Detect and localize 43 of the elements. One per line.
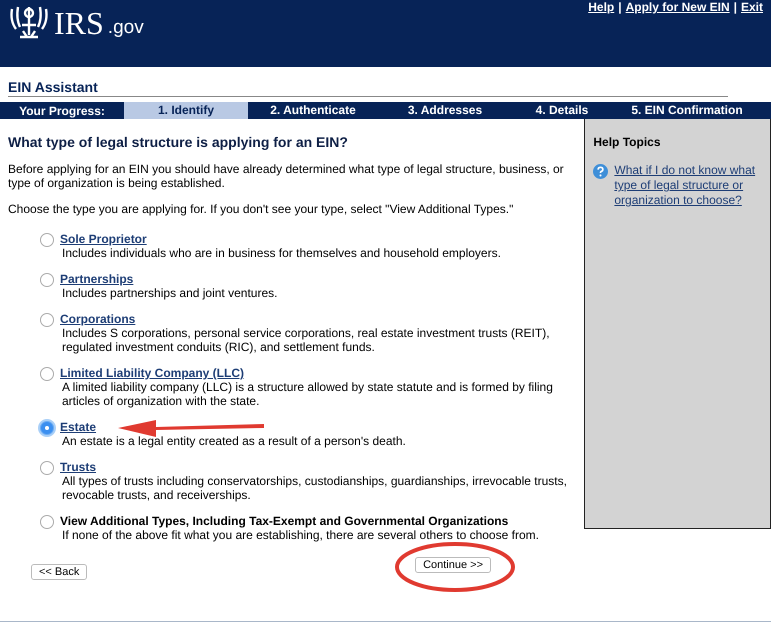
radio-button[interactable] <box>40 233 54 247</box>
header-link[interactable]: Help <box>588 1 614 13</box>
progress-label: Your Progress: <box>18 104 106 118</box>
intro-text: Before applying for an EIN you should have already determined what type of legal structure, business, or type of organization is being established. <box>8 162 565 190</box>
back-button[interactable]: << Back <box>31 564 88 580</box>
logo-text: IRS <box>54 5 104 41</box>
radio-button[interactable] <box>40 515 54 529</box>
header-link[interactable]: Apply for New EIN <box>626 1 730 13</box>
option-link[interactable]: Partnerships <box>60 272 134 286</box>
option-link[interactable]: Estate <box>60 420 96 434</box>
option-description: If none of the above fit what you are establishing, there are several others to choose from. <box>62 528 539 542</box>
header-link[interactable]: Exit <box>740 1 763 13</box>
help-title: Help Topics <box>593 135 662 149</box>
help-link[interactable]: What if I do not know what type of legal structure or organization to choose? <box>614 163 762 208</box>
link-separator: | <box>734 1 737 13</box>
option-description: Includes individuals who are in business for themselves and household employers. <box>62 246 501 260</box>
option-label: View Additional Types, Including Tax-Exempt and Governmental Organizations <box>60 514 508 528</box>
option-link[interactable]: Sole Proprietor <box>60 232 147 246</box>
option-description: All types of trusts including conservatorships, custodianships, guardianships, irrevocable trusts, revocable trusts, and receiverships. <box>62 474 568 502</box>
link-separator: | <box>618 1 622 13</box>
option-link[interactable]: Trusts <box>60 460 96 474</box>
option-description: An estate is a legal entity created as a result of a person's death. <box>62 434 406 448</box>
logo-suffix: .gov <box>108 16 144 40</box>
help-icon <box>593 164 608 179</box>
radio-button[interactable] <box>40 273 54 287</box>
progress-step: 4. Details <box>512 102 612 119</box>
progress-step: 5. EIN Confirmation <box>612 102 762 119</box>
radio-button[interactable] <box>40 421 54 435</box>
option-description: Includes partnerships and joint ventures. <box>62 286 278 300</box>
radio-button[interactable] <box>40 461 54 475</box>
radio-button[interactable] <box>40 367 54 381</box>
option-description: Includes S corporations, personal service corporations, real estate investment trusts (REIT), regulated investment conduits (RIC), and settlement funds. <box>62 326 551 354</box>
intro-text: Choose the type you are applying for. If you don't see your type, select "View Additional Types." <box>8 202 514 216</box>
assistant-title: EIN Assistant <box>8 79 728 97</box>
progress-step: 3. Addresses <box>378 102 512 119</box>
radio-button[interactable] <box>40 313 54 327</box>
continue-button[interactable]: Continue >> <box>415 557 491 573</box>
progress-step: 2. Authenticate <box>248 102 378 119</box>
option-description: A limited liability company (LLC) is a structure allowed by state statute and is formed by filing articles of organization with the state. <box>62 380 554 408</box>
option-link[interactable]: Limited Liability Company (LLC) <box>60 366 244 380</box>
progress-step: 1. Identify <box>124 102 248 119</box>
option-link[interactable]: Corporations <box>60 312 136 326</box>
question-heading: What type of legal structure is applying for an EIN? <box>8 134 349 150</box>
